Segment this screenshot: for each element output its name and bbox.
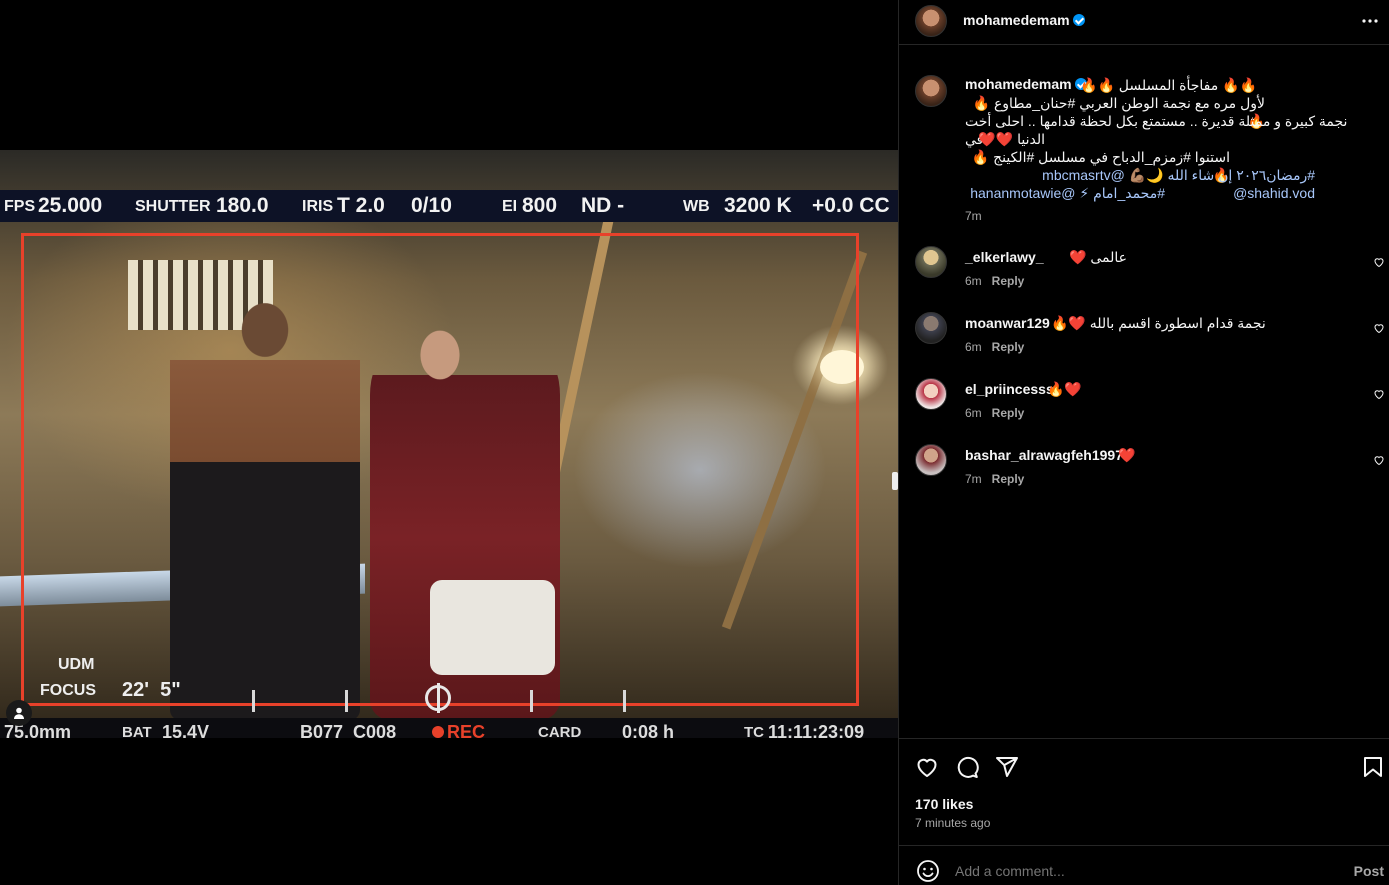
caption-time[interactable]: 7m [965,209,982,223]
like-heart-icon[interactable] [915,755,939,779]
hud-wb-value: 3200 K [724,194,792,217]
post-comment-button[interactable]: Post [1354,863,1384,879]
divider [899,44,1389,45]
post-header: mohamedemam [899,0,1389,40]
comment-avatar[interactable] [915,378,947,410]
reply-button[interactable]: Reply [992,406,1025,420]
add-comment-input[interactable] [955,863,1305,879]
comment-meta: 6m Reply [965,274,1024,288]
camera-hud-top: FPS 25.000 SHUTTER 180.0 IRIS T 2.0 0/10… [0,190,898,222]
hud-card-label: CARD [538,724,582,738]
comment-text: ❤️ [1118,447,1136,463]
hud-rec: REC [447,722,486,738]
verified-badge-icon [1072,14,1085,26]
author-username[interactable]: mohamedemam [963,12,1085,28]
comment-text: نجمة قدام اسطورة اقسم بالله ❤️🔥 [1051,315,1266,331]
share-send-icon[interactable] [995,755,1019,779]
tagged-user-icon[interactable] [6,700,32,726]
divider [899,738,1389,739]
hud-iris-value: T 2.0 [337,194,385,217]
hud-wb-label: WB [683,198,710,215]
post-photo[interactable]: FPS 25.000 SHUTTER 180.0 IRIS T 2.0 0/10… [0,150,898,738]
like-comment-heart-icon[interactable] [1373,256,1385,268]
hud-tc-label: TC [744,724,764,738]
author-avatar[interactable] [915,5,947,37]
comment-meta: 7m Reply [965,472,1024,486]
comment-username[interactable]: el_priincesss [965,381,1054,397]
reply-button[interactable]: Reply [992,340,1025,354]
comment-time: 6m [965,406,982,420]
caption-line: #محمد_امام ⚡ @hananmotawie [970,185,1165,201]
comment-username[interactable]: moanwar129 [965,315,1050,331]
comment-time: 7m [965,472,982,486]
frame-guide [21,233,859,706]
reply-button[interactable]: Reply [992,274,1025,288]
camera-hud-bottom: 75.0mm BAT 15.4V B077_C008 REC CARD 0:08… [0,718,898,738]
hud-shutter-label: SHUTTER [135,198,211,215]
hud-fps-value: 25.000 [38,194,103,217]
post-timestamp[interactable]: 7 minutes ago [915,816,990,830]
comment-time: 6m [965,340,982,354]
emoji-picker-icon[interactable] [916,859,940,883]
hud-shutter-value: 180.0 [216,194,269,217]
hud-card-value: 0:08 h [622,722,675,738]
like-comment-heart-icon[interactable] [1373,454,1385,466]
like-comment-heart-icon[interactable] [1373,322,1385,334]
post-actions [899,750,1389,784]
reply-button[interactable]: Reply [992,472,1025,486]
focus-tick [623,690,626,712]
caption-line: 🔥🔥 مفاجأة المسلسل 🔥🔥 [1080,77,1257,93]
hud-ei-label: EI [502,198,518,215]
hud-bat-label: BAT [122,724,152,738]
hud-udm: UDM [58,656,95,673]
comment-bubble-icon[interactable] [955,755,979,779]
focus-tick [252,690,255,712]
comment-time: 6m [965,274,982,288]
hud-iris-extra: 0/10 [411,194,452,217]
comment-avatar[interactable] [915,246,947,278]
hud-focus-value: 22' 5" [122,679,181,701]
post-side-panel: mohamedemam mohamedemam 🔥🔥 مفاجأة المسلس… [898,0,1389,885]
comment-avatar[interactable] [915,444,947,476]
comment-avatar[interactable] [915,312,947,344]
post-media: FPS 25.000 SHUTTER 180.0 IRIS T 2.0 0/10… [0,0,898,885]
hud-ei-value: 800 [522,194,558,217]
caption-author-avatar[interactable] [915,75,947,107]
comment-meta: 6m Reply [965,340,1024,354]
comment-text: عالمى ❤️ [1069,249,1127,265]
hud-clip: B077_C008 [300,722,397,738]
hud-bat-value: 15.4V [162,722,210,738]
comment-text: 🔥❤️ [1047,381,1082,397]
likes-count[interactable]: 170 likes [915,796,973,812]
hud-fps-label: FPS [4,198,36,215]
add-comment-bar: Post [899,845,1389,885]
focus-tick [530,690,533,712]
hud-iris-label: IRIS [302,198,334,215]
more-options-icon[interactable] [1361,12,1379,30]
focus-tick [345,690,348,712]
hud-focus-label: FOCUS [40,682,96,699]
like-comment-heart-icon[interactable] [1373,388,1385,400]
hud-nd: ND - [581,194,625,217]
comment-username[interactable]: bashar_alrawagfeh1997 [965,447,1123,463]
hud-tc-value: 11:11:23:09 [768,722,865,738]
comment-username[interactable]: _elkerlawy_ [965,249,1044,265]
caption-line: الدنيا ❤️❤️ [978,131,1045,147]
bookmark-save-icon[interactable] [1361,755,1385,779]
caption: 🔥🔥 مفاجأة المسلسل 🔥🔥 [965,76,1365,94]
focus-marker-icon [425,683,451,713]
hud-cc: +0.0 CC [812,194,890,217]
comment-meta: 6m Reply [965,406,1024,420]
author-username-text: mohamedemam [963,12,1070,28]
rec-dot-icon [432,726,444,738]
